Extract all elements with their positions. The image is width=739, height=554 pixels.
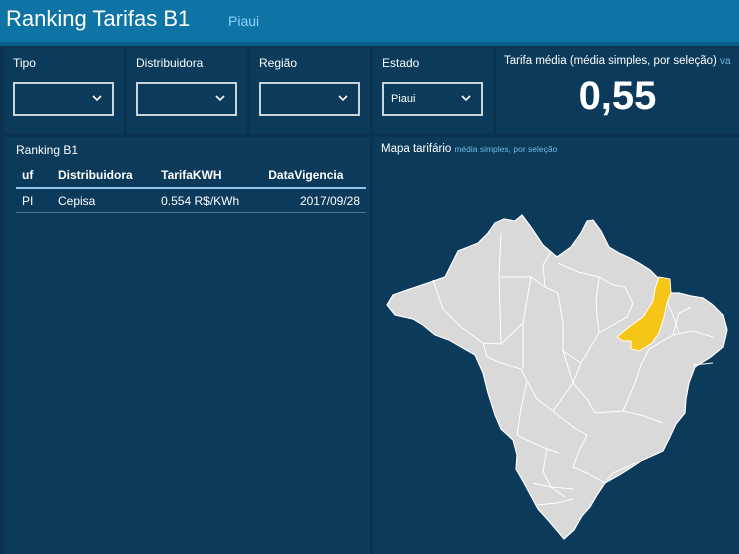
page-subtitle: Piaui (228, 13, 260, 29)
cell-tarifa: 0.554 R$/KWh (155, 188, 263, 213)
kpi-label: Tarifa média (média simples, por seleção… (504, 55, 731, 67)
column-header-datavigencia[interactable]: DataVigencia (262, 165, 366, 189)
filter-tile-estado: Estado Piaui (373, 48, 493, 134)
filter-label-distribuidora: Distribuidora (136, 56, 204, 70)
kpi-label-text: Tarifa média (média simples, por seleção… (504, 55, 717, 67)
ranking-title: Ranking B1 (16, 143, 79, 157)
title-bar: Ranking Tarifas B1 Piaui (0, 0, 739, 42)
chevron-down-icon (215, 95, 225, 102)
column-header-tarifakwh[interactable]: TarifaKWH (155, 165, 263, 189)
chevron-down-icon (92, 95, 102, 102)
chevron-down-icon (461, 95, 471, 102)
cell-data: 2017/09/28 (262, 188, 366, 213)
kpi-label-trail: va (720, 56, 731, 67)
ranking-panel: Ranking B1 uf Distribuidora TarifaKWH Da… (4, 137, 370, 554)
filter-label-estado: Estado (382, 56, 420, 70)
kpi-tile: Tarifa média (média simples, por seleção… (496, 48, 739, 134)
tipo-dropdown[interactable] (13, 82, 114, 116)
page-title: Ranking Tarifas B1 (6, 6, 191, 31)
estado-dropdown-value: Piaui (391, 93, 416, 105)
estado-dropdown[interactable]: Piaui (382, 82, 483, 116)
distribuidora-dropdown[interactable] (136, 82, 237, 116)
column-header-uf[interactable]: uf (16, 165, 52, 189)
filter-tile-regiao: Região (250, 48, 370, 134)
column-header-distribuidora[interactable]: Distribuidora (52, 165, 156, 189)
filter-label-tipo: Tipo (13, 56, 36, 70)
kpi-value: 0,55 (578, 74, 657, 118)
map-panel: Mapa tarifário média simples, por seleção (373, 137, 739, 554)
filter-tile-tipo: Tipo (4, 48, 124, 134)
ranking-table: uf Distribuidora TarifaKWH DataVigencia … (16, 165, 366, 213)
brazil-country-shape (386, 214, 728, 540)
table-header-row: uf Distribuidora TarifaKWH DataVigencia (16, 165, 366, 189)
cell-uf: PI (16, 188, 52, 213)
brazil-map[interactable] (373, 137, 739, 554)
filter-label-regiao: Região (259, 56, 298, 70)
cell-distribuidora: Cepisa (52, 188, 156, 213)
filter-tile-distribuidora: Distribuidora (127, 48, 247, 134)
chevron-down-icon (338, 95, 348, 102)
title-strip (0, 42, 739, 46)
table-row[interactable]: PI Cepisa 0.554 R$/KWh 2017/09/28 (16, 188, 366, 213)
regiao-dropdown[interactable] (259, 82, 360, 116)
